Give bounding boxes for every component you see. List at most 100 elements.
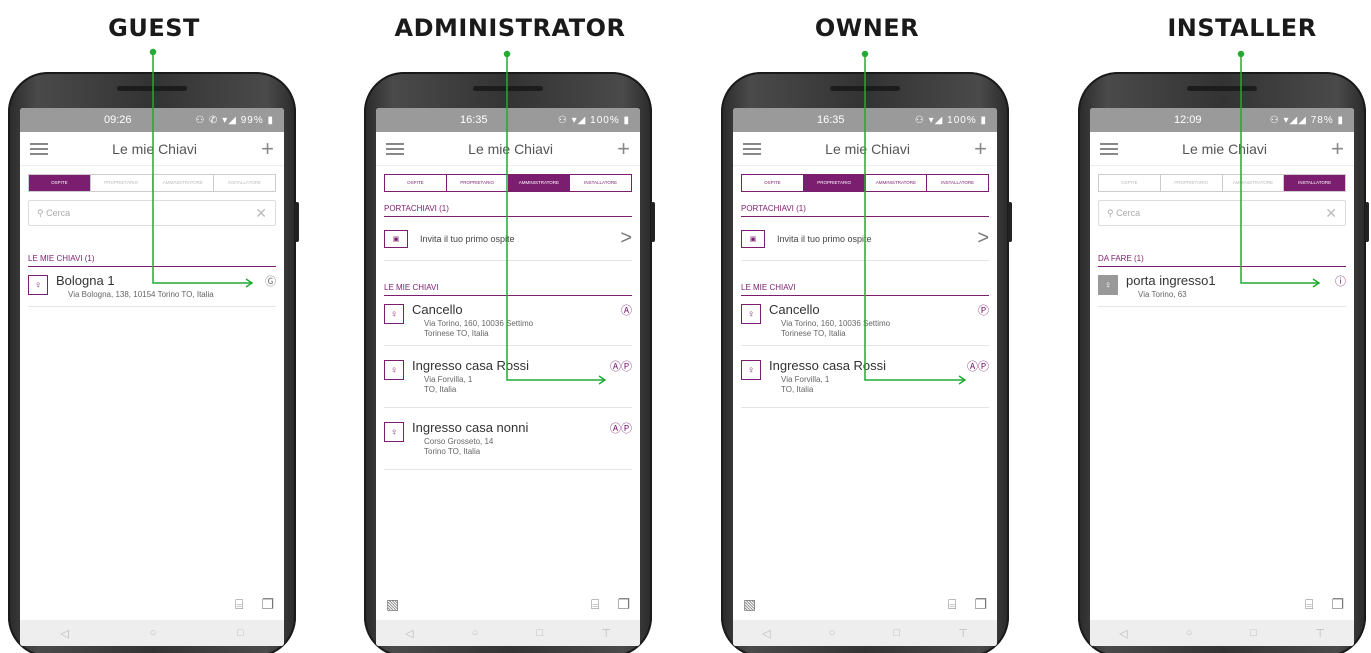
recents-icon[interactable]: □: [894, 627, 901, 639]
app-title: Le mie Chiavi: [468, 140, 553, 157]
home-icon[interactable]: ○: [829, 627, 836, 639]
tab-ospite[interactable]: OSPITE: [29, 175, 91, 191]
home-icon[interactable]: ○: [1186, 627, 1193, 639]
key-address: Via Torino, 63: [1138, 290, 1187, 299]
list-item[interactable]: ♀ Bologna 1 Via Bologna, 138, 10154 Tori…: [28, 267, 276, 307]
screen-guest: 09:26 ⚇ ✆ ▾◢ 99% ▮ Le mie Chiavi + OSPIT…: [20, 108, 284, 646]
role-badge-icon: ⒶⓅ: [967, 361, 989, 373]
tab-proprietario[interactable]: PROPRIETARIO: [1161, 175, 1223, 191]
screen-owner: 16:35 ⚇ ▾◢ 100% ▮ Le mie Chiavi + OSPITE…: [733, 108, 997, 646]
pin-icon[interactable]: ⊤: [958, 627, 968, 640]
role-label-administrator: ADMINISTRATOR: [394, 14, 626, 42]
recents-icon[interactable]: □: [537, 627, 544, 639]
back-icon[interactable]: ◁: [1119, 627, 1127, 640]
search-input[interactable]: ⚲ Cerca ✕: [28, 200, 276, 226]
key-address: Via Torino, 160, 10036 Settimo: [424, 319, 534, 328]
status-time: 12:09: [1174, 114, 1202, 126]
connector-dot-admin: [503, 50, 511, 58]
key-icon: ♀: [741, 360, 761, 380]
pin-icon[interactable]: ⊤: [601, 627, 611, 640]
status-time: 09:26: [104, 114, 132, 126]
tab-amministratore[interactable]: AMMINISTRATORE: [866, 175, 928, 191]
add-icon[interactable]: +: [617, 137, 630, 160]
pin-icon[interactable]: ⊤: [1315, 627, 1325, 640]
info-badge-icon: ⓘ: [1335, 276, 1346, 288]
role-badge-icon: ⒶⓅ: [610, 361, 632, 373]
tab-ospite[interactable]: OSPITE: [742, 175, 804, 191]
status-icons: ⚇ ✆ ▾◢ 99% ▮: [195, 114, 274, 126]
list-item[interactable]: ♀ Ingresso casa nonni Corso Grosseto, 14…: [384, 408, 632, 470]
home-icon[interactable]: ○: [472, 627, 479, 639]
section-header: LE MIE CHIAVI: [741, 283, 989, 296]
invite-guest-row[interactable]: ▣ Invita il tuo primo ospite >: [741, 217, 989, 261]
status-icons: ⚇ ▾◢ 100% ▮: [914, 114, 987, 126]
role-tabs: OSPITE PROPRIETARIO AMMINISTRATORE INSTA…: [384, 174, 632, 192]
copy-icon[interactable]: ❐: [974, 596, 987, 613]
tab-installatore[interactable]: INSTALLATORE: [214, 175, 275, 191]
gallery-icon[interactable]: ▧: [386, 596, 399, 613]
menu-icon[interactable]: [743, 142, 761, 155]
menu-icon[interactable]: [30, 142, 48, 155]
menu-icon[interactable]: [1100, 142, 1118, 155]
clear-icon[interactable]: ✕: [1325, 205, 1337, 222]
tab-installatore[interactable]: INSTALLATORE: [570, 175, 631, 191]
key-address-2: TO, Italia: [424, 385, 457, 394]
scan-icon[interactable]: ⌸: [948, 596, 956, 613]
scan-icon[interactable]: ⌸: [1305, 596, 1313, 613]
key-name: Ingresso casa nonni: [412, 420, 529, 435]
tab-amministratore[interactable]: AMMINISTRATORE: [1223, 175, 1285, 191]
list-item[interactable]: ♀ Cancello Via Torino, 160, 10036 Settim…: [384, 296, 632, 346]
key-name: Cancello: [412, 302, 463, 317]
home-icon[interactable]: ○: [150, 627, 157, 639]
chevron-right-icon: >: [977, 227, 989, 249]
tab-proprietario[interactable]: PROPRIETARIO: [91, 175, 153, 191]
key-icon: ♀: [384, 304, 404, 324]
copy-icon[interactable]: ❐: [261, 596, 274, 613]
app-bar: Le mie Chiavi +: [733, 132, 997, 166]
guest-card-icon: ▣: [741, 229, 765, 248]
tab-ospite[interactable]: OSPITE: [1099, 175, 1161, 191]
side-button: [1365, 202, 1369, 242]
add-icon[interactable]: +: [261, 137, 274, 160]
tab-installatore[interactable]: INSTALLATORE: [927, 175, 988, 191]
scan-icon[interactable]: ⌸: [235, 596, 243, 613]
tab-proprietario[interactable]: PROPRIETARIO: [447, 175, 509, 191]
copy-icon[interactable]: ❐: [617, 596, 630, 613]
add-icon[interactable]: +: [974, 137, 987, 160]
back-icon[interactable]: ◁: [405, 627, 413, 640]
tab-amministratore[interactable]: AMMINISTRATORE: [508, 175, 571, 191]
invite-guest-row[interactable]: ▣ Invita il tuo primo ospite >: [384, 217, 632, 261]
back-icon[interactable]: ◁: [762, 627, 770, 640]
list-item[interactable]: ♀ Ingresso casa Rossi Via Forvilla, 1 TO…: [384, 346, 632, 408]
add-icon[interactable]: +: [1331, 137, 1344, 160]
recents-icon[interactable]: □: [1251, 627, 1258, 639]
role-badge-icon: Ⓖ: [265, 276, 276, 288]
key-icon: ♀: [1098, 275, 1118, 295]
clear-icon[interactable]: ✕: [255, 205, 267, 222]
list-item[interactable]: ♀ Cancello Via Torino, 160, 10036 Settim…: [741, 296, 989, 346]
list-item[interactable]: ♀ Ingresso casa Rossi Via Forvilla, 1 TO…: [741, 346, 989, 408]
screen-administrator: 16:35 ⚇ ▾◢ 100% ▮ Le mie Chiavi + OSPITE…: [376, 108, 640, 646]
status-icons: ⚇ ▾◢◢ 78% ▮: [1269, 114, 1344, 126]
key-name: porta ingresso1: [1126, 273, 1216, 288]
search-input[interactable]: ⚲ Cerca ✕: [1098, 200, 1346, 226]
key-address-2: Torinese TO, Italia: [424, 329, 489, 338]
speaker-grille: [1187, 86, 1257, 91]
tab-amministratore[interactable]: AMMINISTRATORE: [153, 175, 215, 191]
recents-icon[interactable]: □: [237, 627, 244, 639]
copy-icon[interactable]: ❐: [1331, 596, 1344, 613]
connector-dot-guest: [149, 48, 157, 56]
keyring-header: PORTACHIAVI (1): [741, 204, 989, 217]
system-nav-bar: ◁ ○ □: [20, 620, 284, 646]
tab-proprietario[interactable]: PROPRIETARIO: [803, 175, 866, 191]
scan-icon[interactable]: ⌸: [591, 596, 599, 613]
back-icon[interactable]: ◁: [60, 627, 68, 640]
bottom-toolbar: ⌸ ❐: [1090, 592, 1354, 616]
tab-ospite[interactable]: OSPITE: [385, 175, 447, 191]
list-item[interactable]: ♀ porta ingresso1 Via Torino, 63 ⓘ: [1098, 267, 1346, 307]
tab-installatore[interactable]: INSTALLATORE: [1284, 175, 1345, 191]
key-address-2: Torino TO, Italia: [424, 447, 481, 456]
menu-icon[interactable]: [386, 142, 404, 155]
gallery-icon[interactable]: ▧: [743, 596, 756, 613]
side-button: [1008, 202, 1012, 242]
